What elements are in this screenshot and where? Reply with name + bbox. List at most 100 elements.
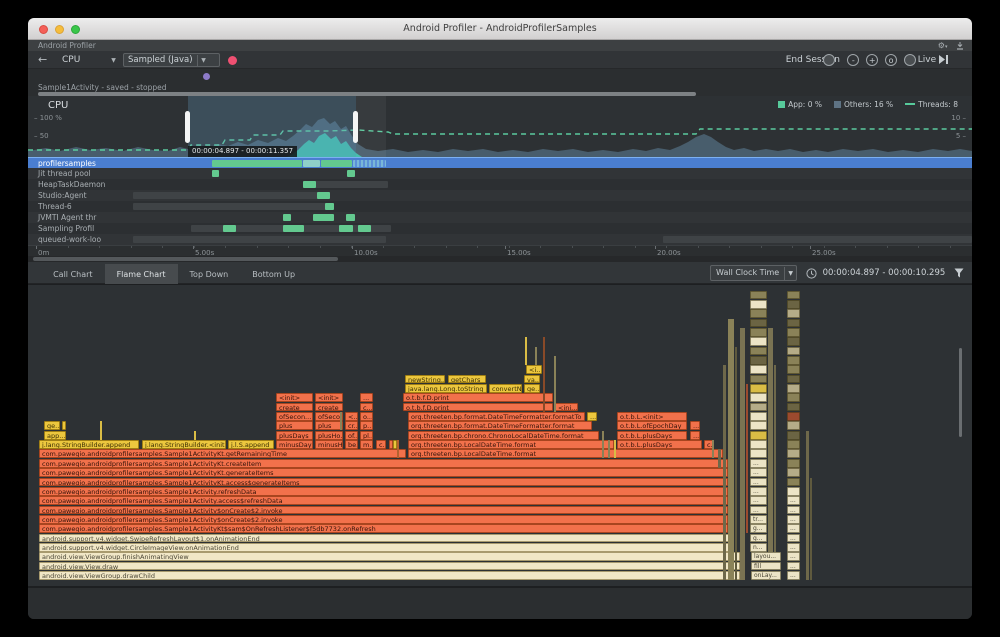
flame-bar[interactable]: create [276, 403, 313, 412]
flame-bar[interactable]: create [315, 403, 343, 412]
flame-bar[interactable]: pl... [360, 431, 373, 440]
flame-bar[interactable]: com.pawegio.androidprofilersamples.Sampl… [39, 506, 728, 515]
profiler-type-dropdown[interactable]: CPU ▼ [62, 51, 116, 70]
flame-bar[interactable]: minusH... [315, 440, 343, 449]
flame-bar[interactable]: j.lang.StringBuilder.append [39, 440, 139, 449]
clock-mode-dropdown[interactable]: Wall Clock Time▼ [710, 265, 797, 281]
flame-bar[interactable]: j.lang.StringBuilder.<init> [142, 440, 226, 449]
flame-column-block[interactable] [787, 403, 800, 412]
flame-bar[interactable]: android.support.v4.widget.SwipeRefreshLa… [39, 534, 733, 543]
flame-bar[interactable]: android.support.v4.widget.CircleImageVie… [39, 543, 733, 552]
flame-column-block[interactable] [750, 347, 767, 356]
flame-bar[interactable]: o.t.b.f.D.print [403, 393, 553, 402]
flame-column-block[interactable]: n... [750, 543, 767, 552]
flame-column-block[interactable]: ... [750, 496, 767, 505]
flame-column-block[interactable] [787, 478, 800, 487]
flame-bar[interactable]: c... [376, 440, 386, 449]
flame-column-block[interactable] [750, 356, 767, 365]
flame-column-block[interactable]: ... [750, 487, 767, 496]
back-arrow-icon[interactable]: ← [38, 51, 47, 69]
flame-sliver[interactable] [535, 347, 537, 365]
flame-column-block[interactable] [750, 412, 767, 421]
activity-event-dot[interactable] [203, 73, 210, 80]
flame-column-block[interactable]: ... [750, 506, 767, 515]
flame-bar[interactable]: org.threeten.bp.format.DateTimeFormatter… [408, 412, 585, 421]
flame-column-block[interactable] [787, 459, 800, 468]
flame-column-block[interactable] [750, 337, 767, 346]
flame-column-block[interactable] [787, 319, 800, 328]
flame-column-block[interactable]: ... [787, 496, 800, 505]
flame-column-block[interactable]: tr... [750, 515, 767, 524]
flame-bar[interactable]: com.pawegio.androidprofilersamples.Sampl… [39, 524, 728, 533]
flame-column-block[interactable] [787, 487, 800, 496]
flame-column-block[interactable] [750, 440, 767, 449]
flame-bar[interactable]: o... [360, 412, 373, 421]
flame-bar[interactable]: j.l.S.append [228, 440, 274, 449]
flame-bar[interactable]: va... [524, 375, 540, 384]
flame-column-block[interactable] [787, 328, 800, 337]
flame-column-block[interactable]: ... [787, 543, 800, 552]
selection-handle-right[interactable] [353, 111, 358, 143]
flame-sliver[interactable] [554, 356, 556, 412]
flame-column-block[interactable] [750, 421, 767, 430]
flame-sliver[interactable] [768, 328, 773, 552]
flame-bar[interactable]: com.pawegio.androidprofilersamples.Sampl… [39, 487, 728, 496]
flame-bar[interactable]: ofSecon... [276, 412, 313, 421]
flame-column-block[interactable] [750, 393, 767, 402]
flame-bar[interactable]: app... [44, 431, 66, 440]
flame-sliver[interactable] [194, 431, 196, 440]
flame-bar[interactable]: java.lang.Long.toString [405, 384, 487, 393]
flame-sliver[interactable] [735, 347, 737, 580]
flame-column-block[interactable] [750, 375, 767, 384]
flame-column-block[interactable] [787, 393, 800, 402]
recording-config-dropdown[interactable]: Sampled (Java)▼ [123, 53, 220, 67]
flame-sliver[interactable] [340, 412, 342, 430]
tab-top-down[interactable]: Top Down [178, 264, 241, 286]
flame-column-block[interactable]: layou... [751, 552, 781, 561]
flame-column-block[interactable]: ... [787, 524, 800, 533]
thread-row-jit-thread-pool[interactable]: Jit thread pool [28, 168, 972, 179]
flame-bar[interactable]: ... [587, 412, 597, 421]
flame-bar[interactable]: <... [345, 412, 358, 421]
flame-bar[interactable]: com.pawegio.androidprofilersamples.Sampl… [39, 478, 728, 487]
restore-layout-icon[interactable] [956, 41, 964, 50]
flame-sliver[interactable] [718, 449, 721, 467]
thread-row-heaptaskdaemon[interactable]: HeapTaskDaemon [28, 179, 972, 190]
flame-column-block[interactable] [787, 468, 800, 477]
flame-bar[interactable]: com.pawegio.androidprofilersamples.Sampl… [39, 496, 728, 505]
flame-column-block[interactable] [787, 356, 800, 365]
flame-column-block[interactable] [750, 449, 767, 458]
record-button[interactable] [228, 56, 237, 65]
flame-column-block[interactable] [787, 300, 800, 309]
flame-bar[interactable]: android.view.View.draw [39, 562, 740, 571]
flame-column-block[interactable] [787, 375, 800, 384]
flame-column-block[interactable]: ... [750, 478, 767, 487]
flame-bar[interactable]: com.pawegio.androidprofilersamples.Sampl… [39, 515, 728, 524]
reset-zoom-button[interactable]: o [885, 54, 897, 66]
flame-chart-canvas[interactable]: android.view.ViewGroup.drawChildandroid.… [28, 284, 972, 588]
thread-row-jvmti-agent-thr[interactable]: JVMTI Agent thr [28, 212, 972, 223]
flame-column-block[interactable] [787, 291, 800, 300]
flame-column-block[interactable] [750, 291, 767, 300]
flame-sliver[interactable] [728, 319, 734, 580]
flame-bar[interactable]: of... [345, 431, 358, 440]
flame-column-block[interactable] [787, 412, 800, 421]
flame-column-block[interactable] [787, 431, 800, 440]
flame-column-block[interactable] [787, 449, 800, 458]
flame-bar[interactable]: <init> [276, 393, 313, 402]
flame-sliver[interactable] [712, 440, 714, 458]
flame-bar[interactable]: <init> [315, 393, 343, 402]
flame-bar[interactable]: org.threeten.bp.LocalDateTime.format [408, 449, 723, 458]
flame-bar[interactable]: android.view.ViewGroup.finishAnimatingVi… [39, 552, 740, 561]
flame-bar[interactable]: plusDays [276, 431, 313, 440]
flame-bar[interactable]: <i... [526, 365, 542, 374]
flame-sliver[interactable] [774, 365, 776, 552]
tab-bottom-up[interactable]: Bottom Up [240, 264, 307, 286]
flame-column-block[interactable]: ... [787, 571, 800, 580]
flame-sliver[interactable] [608, 440, 610, 458]
flame-sliver[interactable] [723, 365, 726, 580]
cpu-chart-panel[interactable]: 00:00:04.897 - 00:00:11.357 CPU App: 0 %… [28, 96, 972, 157]
flame-bar[interactable]: plus [276, 421, 313, 430]
flame-bar[interactable]: ge... [44, 421, 60, 430]
flame-sliver[interactable] [525, 337, 527, 365]
